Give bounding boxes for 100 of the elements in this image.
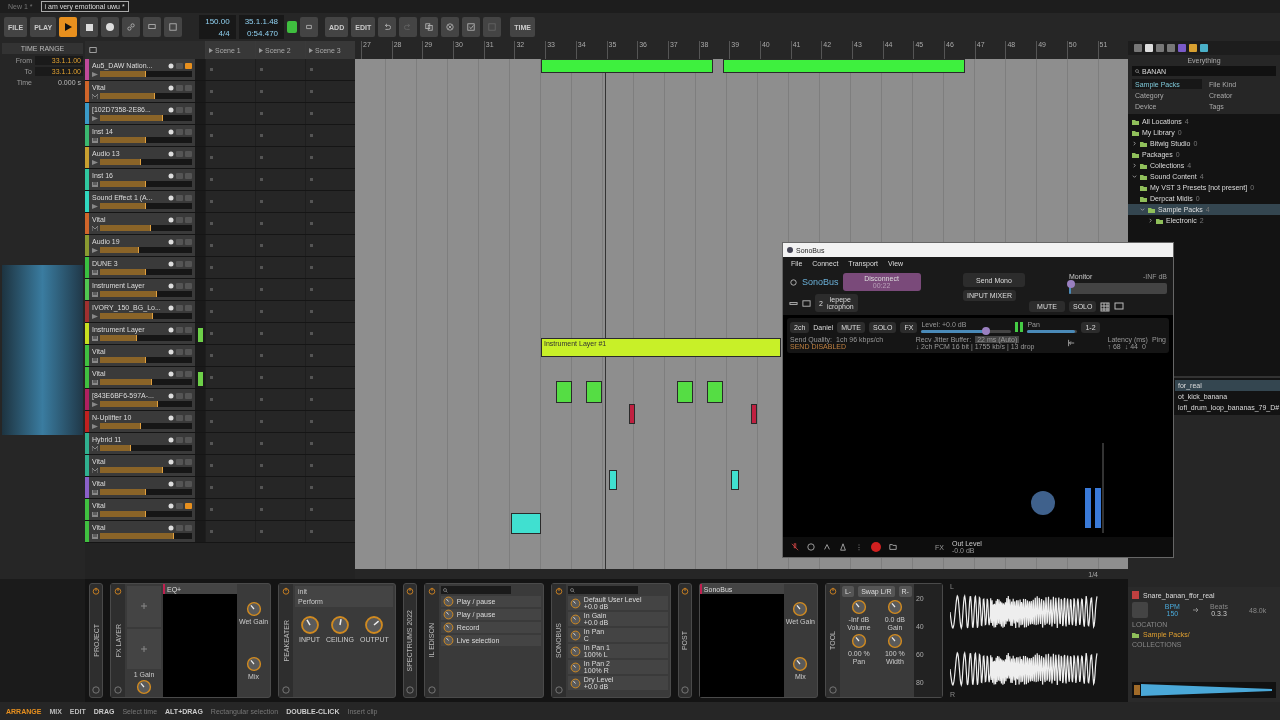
record-arm-icon[interactable] [168, 106, 174, 113]
knob[interactable] [442, 609, 454, 620]
record-arm-icon[interactable] [168, 392, 174, 399]
delete-button[interactable] [441, 17, 460, 37]
metronome-icon[interactable] [839, 543, 847, 551]
loop-icon[interactable] [305, 23, 314, 31]
volume-fader[interactable] [100, 357, 192, 363]
folder-icon[interactable] [889, 543, 897, 551]
groove-button[interactable] [164, 17, 183, 37]
knob[interactable] [569, 645, 581, 657]
volume-fader[interactable] [100, 159, 192, 165]
record-button[interactable] [101, 17, 120, 37]
record-arm-icon[interactable] [168, 172, 174, 179]
volume-fader[interactable] [100, 335, 192, 341]
record-arm-icon[interactable] [168, 282, 174, 289]
record-arm-icon[interactable] [168, 260, 174, 267]
chevron-right-icon[interactable] [1132, 141, 1137, 146]
mic-off-icon[interactable] [791, 543, 799, 551]
volume-fader[interactable] [100, 533, 192, 539]
power-icon[interactable] [282, 587, 291, 595]
checkbox-icon[interactable] [467, 23, 476, 31]
check-button[interactable] [462, 17, 481, 37]
clip[interactable] [677, 381, 693, 403]
clip[interactable] [556, 381, 572, 403]
knob[interactable] [569, 661, 581, 673]
record-arm-icon[interactable] [168, 436, 174, 443]
add-icon[interactable] [141, 603, 147, 610]
settings-icon[interactable] [789, 277, 798, 287]
chevron-down-icon[interactable] [1140, 207, 1145, 212]
knob[interactable] [850, 633, 867, 649]
power-icon[interactable] [427, 587, 436, 595]
knob[interactable] [442, 635, 454, 646]
volume-fader[interactable] [100, 203, 192, 209]
clip[interactable] [609, 470, 617, 490]
overdub-button[interactable] [143, 17, 162, 37]
clip[interactable] [541, 59, 713, 73]
knob[interactable] [442, 596, 454, 607]
knob[interactable] [886, 633, 903, 649]
volume-fader[interactable] [100, 269, 192, 275]
record-arm-icon[interactable] [168, 370, 174, 377]
knob[interactable] [569, 629, 581, 641]
power-icon[interactable] [828, 587, 837, 595]
record-arm-icon[interactable] [168, 502, 174, 509]
knob[interactable] [442, 622, 454, 633]
reset-icon[interactable] [1066, 339, 1075, 347]
search-icon[interactable] [1135, 68, 1140, 74]
record-arm-icon[interactable] [168, 62, 174, 69]
record-arm-icon[interactable] [168, 524, 174, 531]
power-icon[interactable] [92, 587, 100, 595]
record-arm-icon[interactable] [168, 128, 174, 135]
record-arm-icon[interactable] [168, 216, 174, 223]
search-field[interactable] [567, 586, 638, 594]
search-field[interactable] [440, 586, 511, 594]
volume-fader[interactable] [100, 445, 192, 451]
knob[interactable] [569, 613, 581, 625]
volume-fader[interactable] [100, 71, 192, 77]
volume-fader[interactable] [100, 115, 192, 121]
layout-icon[interactable] [802, 298, 811, 308]
volume-fader[interactable] [100, 93, 192, 99]
clip[interactable] [586, 381, 602, 403]
record-arm-icon[interactable] [168, 84, 174, 91]
volume-fader[interactable] [100, 467, 192, 473]
undo-icon[interactable] [383, 23, 392, 31]
close-icon[interactable] [446, 23, 455, 31]
volume-fader[interactable] [100, 423, 192, 429]
clip[interactable] [707, 381, 723, 403]
loop-button[interactable] [300, 17, 319, 37]
volume-fader[interactable] [100, 511, 192, 517]
level-slider[interactable] [921, 330, 1012, 333]
pan-slider[interactable] [1027, 330, 1078, 333]
stop-button[interactable] [80, 17, 99, 37]
knob[interactable] [245, 656, 262, 673]
add-icon[interactable] [141, 645, 147, 652]
chat-icon[interactable] [1114, 301, 1125, 312]
clip[interactable] [629, 404, 635, 424]
knob[interactable] [245, 600, 262, 617]
copy-icon[interactable] [425, 23, 434, 31]
search-icon[interactable] [442, 587, 448, 593]
volume-fader[interactable] [100, 137, 192, 143]
node-icon[interactable] [127, 23, 136, 31]
play-button[interactable] [59, 17, 78, 37]
record-arm-icon[interactable] [168, 348, 174, 355]
power-icon[interactable] [554, 587, 563, 595]
knob[interactable] [792, 600, 809, 617]
chevron-right-icon[interactable] [1148, 218, 1153, 223]
knob[interactable] [886, 599, 903, 615]
clip[interactable] [751, 404, 757, 424]
search-icon[interactable] [569, 587, 575, 593]
clip[interactable] [511, 513, 541, 534]
knob[interactable] [792, 656, 809, 673]
knob[interactable] [569, 677, 581, 689]
knob[interactable] [299, 615, 320, 635]
mute-button[interactable] [185, 502, 192, 509]
tool-icon[interactable] [89, 46, 97, 54]
record-arm-icon[interactable] [168, 326, 174, 333]
clip[interactable] [723, 59, 965, 73]
chevron-down-icon[interactable] [1132, 174, 1137, 179]
volume-fader[interactable] [100, 181, 192, 187]
volume-fader[interactable] [100, 313, 192, 319]
monitor-slider[interactable] [1069, 283, 1167, 294]
